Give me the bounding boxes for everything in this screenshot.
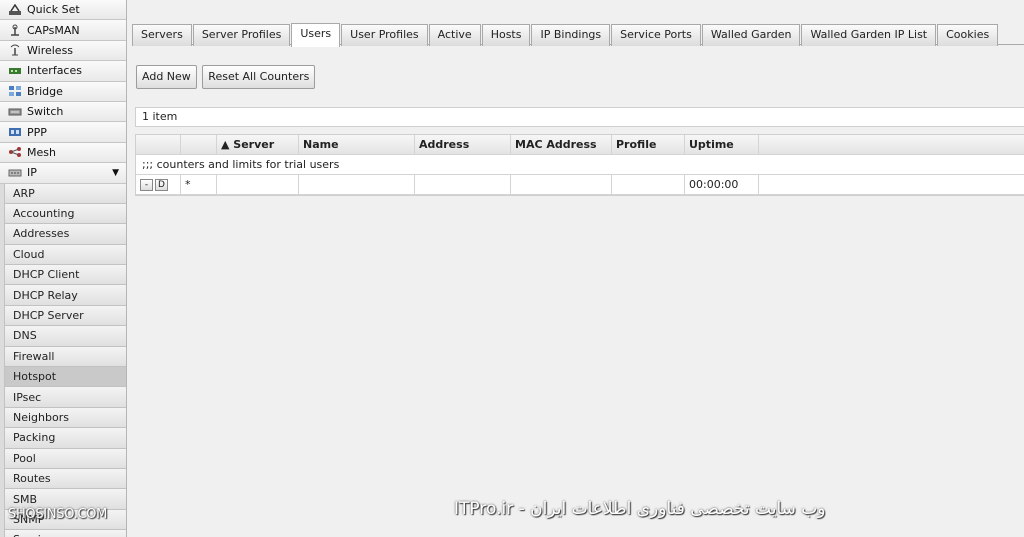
sidebar-item-mesh[interactable]: Mesh [0, 142, 126, 164]
header-profile[interactable]: Profile [612, 135, 685, 154]
row-flag: * [181, 175, 217, 194]
disable-button[interactable]: D [155, 178, 168, 191]
sidebar-item-interfaces[interactable]: Interfaces [0, 61, 126, 82]
address-cell [415, 175, 511, 194]
sidebar-item-ppp[interactable]: PPP [0, 122, 126, 143]
submenu-item-neighbors[interactable]: Neighbors [4, 407, 126, 429]
tab-active[interactable]: Active [428, 24, 481, 46]
comment-text: ;;; counters and limits for trial users [142, 158, 340, 171]
header-actions [136, 135, 181, 154]
watermark-left: SHOSINSO.COM [8, 507, 108, 522]
sidebar-item-label: Mesh [27, 145, 56, 159]
mesh-icon [7, 146, 23, 158]
submenu-item-dhcp-server[interactable]: DHCP Server [4, 305, 126, 327]
submenu-item-firewall[interactable]: Firewall [4, 346, 126, 368]
reset-all-counters-button[interactable]: Reset All Counters [202, 65, 316, 89]
sidebar-item-label: PPP [27, 125, 47, 139]
submenu-item-ipsec[interactable]: IPsec [4, 387, 126, 408]
watermark-bottom: ITPro.ir - وب سایت تخصصی فناوری اطلاعات … [454, 499, 826, 519]
mac-address-cell [511, 175, 612, 194]
tab-hosts[interactable]: Hosts [481, 24, 531, 46]
chevron-down-icon: ▼ [112, 167, 119, 178]
submenu-item-addresses[interactable]: Addresses [4, 224, 126, 245]
submenu-item-dns[interactable]: DNS [4, 326, 126, 347]
header-filler [759, 135, 1024, 154]
ppp-icon [7, 126, 23, 138]
tab-walled-garden[interactable]: Walled Garden [701, 24, 801, 46]
sidebar: Quick Set CAPsMAN Wireless Interfaces Bridge… [0, 0, 127, 537]
uptime-cell: 00:00:00 [685, 175, 759, 194]
main-panel: Servers Server Profiles Users User Profiles… [128, 0, 1024, 537]
sidebar-item-ip[interactable]: IP ▼ [0, 163, 126, 184]
comment-row: ;;; counters and limits for trial users [136, 155, 1024, 175]
toolbar: Add New Reset All Counters [136, 65, 317, 89]
sidebar-item-switch[interactable]: Switch [0, 101, 126, 123]
table-row[interactable]: - D * 00:00:00 [136, 175, 1024, 195]
header-flag [181, 135, 217, 154]
tab-servers[interactable]: Servers [132, 24, 192, 46]
sidebar-menu: Quick Set CAPsMAN Wireless Interfaces Bridge… [0, 0, 126, 184]
sidebar-item-bridge[interactable]: Bridge [0, 81, 126, 102]
row-actions: - D [136, 175, 181, 194]
submenu-item-routes[interactable]: Routes [4, 468, 126, 490]
header-mac-address[interactable]: MAC Address [511, 135, 612, 154]
sidebar-item-quick-set[interactable]: Quick Set [0, 0, 126, 21]
switch-icon [7, 106, 23, 118]
ip-submenu: ARP Accounting Addresses Cloud DHCP Client DH… [0, 183, 126, 537]
remove-button[interactable]: - [140, 178, 153, 191]
server-cell [217, 175, 299, 194]
header-name[interactable]: Name [299, 135, 415, 154]
users-table: ▲ Server Name Address MAC Address Profile Upt… [135, 134, 1024, 196]
tab-service-ports[interactable]: Service Ports [611, 24, 701, 46]
sidebar-item-capsman[interactable]: CAPsMAN [0, 20, 126, 41]
capsman-icon [7, 24, 23, 36]
tab-bar: Servers Server Profiles Users User Profiles… [132, 23, 1024, 47]
tab-users[interactable]: Users [291, 23, 341, 47]
name-cell [299, 175, 415, 194]
header-server[interactable]: ▲ Server [217, 135, 299, 154]
profile-cell [612, 175, 685, 194]
sidebar-item-label: CAPsMAN [27, 23, 80, 37]
item-count-bar: 1 item [135, 107, 1024, 127]
wireless-icon [7, 44, 23, 56]
header-uptime[interactable]: Uptime [685, 135, 759, 154]
item-count: 1 item [142, 110, 178, 123]
filler-cell [759, 175, 1024, 194]
sidebar-item-wireless[interactable]: Wireless [0, 40, 126, 62]
sidebar-item-label: Bridge [27, 84, 63, 98]
submenu-item-dhcp-client[interactable]: DHCP Client [4, 265, 126, 286]
tab-user-profiles[interactable]: User Profiles [341, 24, 428, 46]
tab-cookies[interactable]: Cookies [937, 24, 999, 46]
submenu-item-pool[interactable]: Pool [4, 448, 126, 469]
header-address[interactable]: Address [415, 135, 511, 154]
add-new-button[interactable]: Add New [136, 65, 197, 89]
submenu-item-arp[interactable]: ARP [4, 183, 126, 204]
sidebar-item-label: Quick Set [27, 3, 80, 17]
submenu-item-packing[interactable]: Packing [4, 428, 126, 449]
interfaces-icon [7, 65, 23, 77]
sidebar-item-label: Switch [27, 105, 64, 119]
submenu-item-cloud[interactable]: Cloud [4, 244, 126, 266]
submenu-item-services[interactable]: Services [4, 530, 126, 537]
sidebar-item-label: Wireless [27, 43, 74, 57]
submenu-item-accounting[interactable]: Accounting [4, 203, 126, 225]
sidebar-item-label: IP [27, 166, 37, 180]
bridge-icon [7, 85, 23, 97]
tab-ip-bindings[interactable]: IP Bindings [531, 24, 611, 46]
quick-set-icon [7, 3, 23, 16]
table-header: ▲ Server Name Address MAC Address Profile Upt… [136, 135, 1024, 155]
submenu-item-dhcp-relay[interactable]: DHCP Relay [4, 285, 126, 306]
ip-icon [7, 167, 23, 179]
submenu-item-hotspot[interactable]: Hotspot [4, 367, 126, 388]
tab-walled-garden-ip-list[interactable]: Walled Garden IP List [801, 24, 937, 46]
sidebar-item-label: Interfaces [27, 64, 82, 78]
tab-server-profiles[interactable]: Server Profiles [192, 24, 291, 46]
